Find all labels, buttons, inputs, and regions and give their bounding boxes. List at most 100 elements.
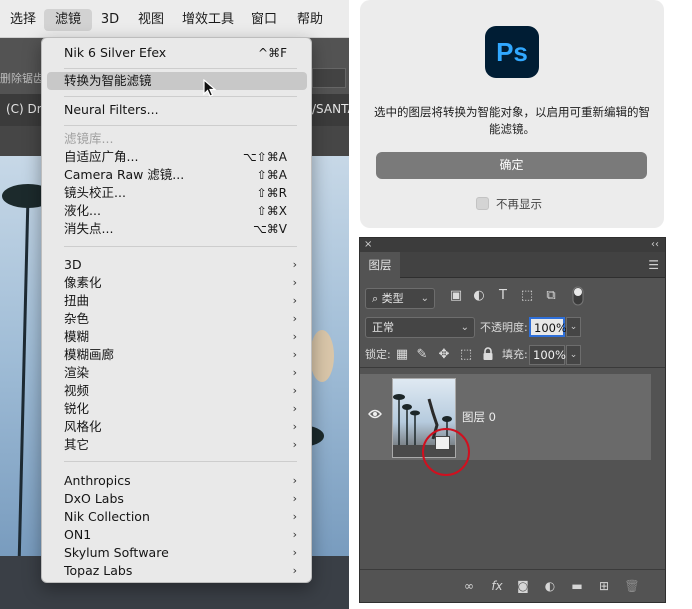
adjustment-layer-filter-icon[interactable]: ◐ [471,288,487,304]
menu-item-dxo-labs[interactable]: DxO Labs [64,491,124,507]
menu-item-convert-smart-filters[interactable]: 转换为智能滤镜 [64,73,152,89]
opacity-input[interactable]: 100% [529,317,567,337]
menu-help[interactable]: 帮助 [296,9,324,31]
menu-item-distort[interactable]: 扭曲 [64,293,89,309]
submenu-arrow-icon: › [292,312,297,325]
layers-panel: × ‹‹ 图层 ☰ ⌕ 类型 ⌄ ▣ ◐ T ⬚ ⧉ 正常 ⌄ 不透明度: 10… [359,237,666,603]
submenu-arrow-icon: › [292,294,297,307]
collapse-icon[interactable]: ‹‹ [651,238,659,252]
photoshop-workspace-left: 选择 滤镜 3D 视图 增效工具 窗口 帮助 删除锯齿 (C) Dr /SANT… [0,0,349,609]
menu-separator [64,96,297,97]
menu-item-other[interactable]: 其它 [64,437,89,453]
mouse-cursor-icon [203,79,217,97]
submenu-arrow-icon: › [292,510,297,523]
submenu-arrow-icon: › [292,474,297,487]
options-field[interactable] [312,68,346,88]
menu-3d[interactable]: 3D [100,9,120,31]
blend-mode-value: 正常 [372,321,394,334]
menu-filter[interactable]: 滤镜 [44,9,92,31]
menu-plugins[interactable]: 增效工具 [182,9,234,31]
menu-select[interactable]: 选择 [8,9,38,31]
menu-item-sharpen[interactable]: 锐化 [64,401,89,417]
shape-layer-filter-icon[interactable]: ⬚ [519,288,535,304]
layer-row[interactable]: 图层 0 [360,374,651,476]
filter-toggle-icon[interactable] [570,286,586,306]
filter-type-label: 类型 [381,292,404,305]
antialias-label: 删除锯齿 [0,72,44,85]
submenu-arrow-icon: › [292,492,297,505]
menu-view[interactable]: 视图 [137,9,165,31]
shortcut-lens-correction: ⇧⌘R [256,186,287,200]
blend-opacity-row: 正常 ⌄ 不透明度: 100% ⌄ [360,316,665,340]
panel-menu-icon[interactable]: ☰ [648,258,659,272]
new-group-icon[interactable]: ▬ [568,577,586,595]
tab-layers[interactable]: 图层 [360,252,400,278]
menu-item-pixelate[interactable]: 像素化 [64,275,102,291]
menu-item-stylize[interactable]: 风格化 [64,419,102,435]
menu-item-skylum-software[interactable]: Skylum Software [64,545,169,561]
menu-item-blur-gallery[interactable]: 模糊画廊 [64,347,114,363]
fill-input[interactable]: 100% [529,345,566,365]
document-tab-right[interactable]: /SANTA [312,102,349,116]
lock-label: 锁定: [365,348,391,361]
opacity-dropdown-icon[interactable]: ⌄ [566,317,581,337]
shortcut-recent-filter: ^⌘F [258,46,287,60]
menu-item-nik-collection[interactable]: Nik Collection [64,509,150,525]
menu-item-lens-correction[interactable]: 镜头校正... [64,185,126,201]
add-mask-icon[interactable]: ◙ [514,577,532,595]
menu-item-blur[interactable]: 模糊 [64,329,89,345]
lock-all-icon[interactable] [480,347,496,363]
document-tab-left[interactable]: (C) Dr [6,102,42,116]
shortcut-liquify: ⇧⌘X [256,204,287,218]
menu-window[interactable]: 窗口 [250,9,278,31]
menu-item-vanishing-point[interactable]: 消失点... [64,221,113,237]
submenu-arrow-icon: › [292,564,297,577]
layer-effects-icon[interactable]: fx [488,577,506,595]
menu-item-noise[interactable]: 杂色 [64,311,89,327]
submenu-arrow-icon: › [292,276,297,289]
layer-filter-row: ⌕ 类型 ⌄ ▣ ◐ T ⬚ ⧉ [360,284,665,314]
menu-item-render[interactable]: 渲染 [64,365,89,381]
eye-icon[interactable] [366,407,384,425]
submenu-arrow-icon: › [292,366,297,379]
lock-transparent-pixels-icon[interactable]: ▦ [394,347,410,363]
menu-item-liquify[interactable]: 液化... [64,203,101,219]
menu-item-filter-gallery: 滤镜库... [64,131,114,146]
menu-item-topaz-labs[interactable]: Topaz Labs [64,563,132,579]
menu-item-neural-filters[interactable]: Neural Filters... [64,102,159,118]
blend-mode-select[interactable]: 正常 ⌄ [365,317,475,338]
new-layer-icon[interactable]: ⊞ [595,577,613,595]
toggle-switch-graphic [572,286,584,306]
ok-button[interactable]: 确定 [376,152,647,179]
lock-image-pixels-icon[interactable]: ✎ [414,347,430,363]
new-adjustment-layer-icon[interactable]: ◐ [541,577,559,595]
type-layer-filter-icon[interactable]: T [495,288,511,304]
close-icon[interactable]: × [364,238,372,252]
layer-name[interactable]: 图层 0 [462,409,496,425]
menu-item-3d[interactable]: 3D [64,257,82,273]
pixel-layer-filter-icon[interactable]: ▣ [448,288,464,304]
lock-artboard-icon[interactable]: ⬚ [458,347,474,363]
submenu-arrow-icon: › [292,402,297,415]
lock-position-icon[interactable]: ✥ [436,347,452,363]
menu-bar: 选择 滤镜 3D 视图 增效工具 窗口 帮助 [0,0,349,38]
submenu-arrow-icon: › [292,348,297,361]
submenu-arrow-icon: › [292,438,297,451]
submenu-arrow-icon: › [292,546,297,559]
menu-item-video[interactable]: 视频 [64,383,89,399]
smart-object-filter-icon[interactable]: ⧉ [543,288,559,304]
menu-item-camera-raw[interactable]: Camera Raw 滤镜... [64,167,184,183]
menu-item-on1[interactable]: ON1 [64,527,91,543]
menu-separator [64,461,297,462]
layer-filter-select[interactable]: ⌕ 类型 ⌄ [365,288,435,309]
menu-item-adaptive-wide-angle[interactable]: 自适应广角... [64,149,138,165]
fill-dropdown-icon[interactable]: ⌄ [566,345,581,365]
photoshop-logo-icon: Ps [485,26,539,78]
dont-show-checkbox[interactable] [476,197,489,210]
link-layers-icon[interactable]: ∞ [460,577,478,595]
menu-item-anthropics[interactable]: Anthropics [64,473,131,489]
submenu-arrow-icon: › [292,528,297,541]
submenu-arrow-icon: › [292,258,297,271]
menu-item-recent-filter[interactable]: Nik 6 Silver Efex [64,45,166,61]
annotation-circle [422,428,470,476]
